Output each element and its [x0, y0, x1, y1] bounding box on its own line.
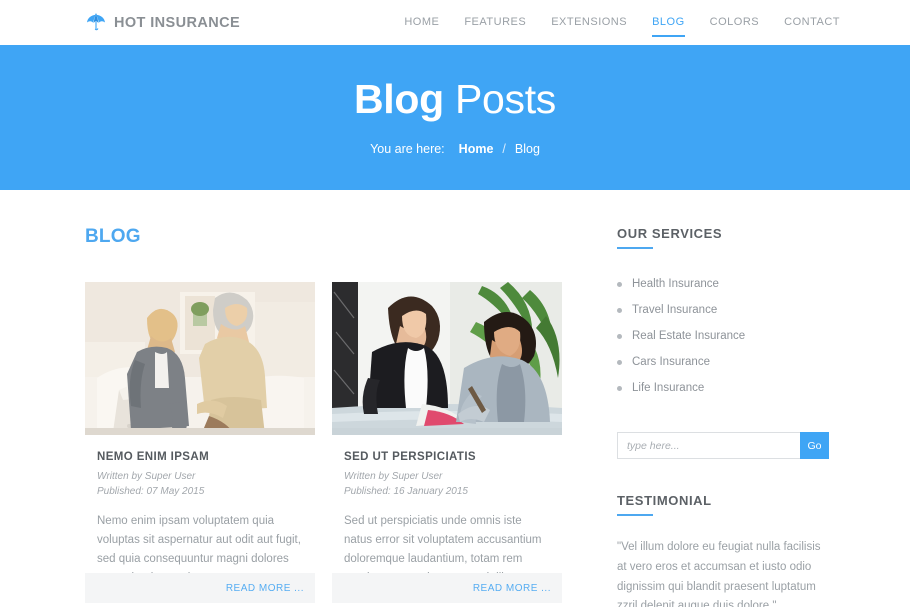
post-author: Written by Super User: [97, 471, 196, 482]
search-input[interactable]: [617, 432, 800, 459]
read-more-link[interactable]: READ MORE ...: [226, 583, 304, 594]
nav-item-colors[interactable]: COLORS: [710, 0, 759, 45]
breadcrumb-separator: /: [502, 142, 506, 156]
services-list: Health Insurance Travel Insurance Real E…: [617, 271, 829, 401]
page-title: Blog Posts: [354, 79, 556, 120]
bullet-icon: [617, 359, 622, 365]
post-author: Written by Super User: [344, 471, 443, 482]
page-title-light: Posts: [443, 76, 557, 122]
bullet-icon: [617, 307, 622, 313]
brand-logo[interactable]: HOT INSURANCE: [85, 12, 240, 34]
post-meta: Written by Super User Published: 16 Janu…: [344, 470, 550, 499]
hero-banner: Blog Posts You are here: Home / Blog: [0, 45, 910, 190]
search-form: Go: [617, 432, 829, 459]
breadcrumb-current: Blog: [514, 142, 540, 156]
post-image-sed-ut-perspiciatis[interactable]: [332, 282, 562, 435]
service-item-health-insurance[interactable]: Health Insurance: [617, 271, 829, 297]
testimonial-quote: "Vel illum dolore eu feugiat nulla facil…: [617, 541, 821, 607]
service-label: Cars Insurance: [632, 356, 710, 368]
page-body: BLOG NEMO ENIM IPSAM Written by Super Us…: [0, 190, 910, 607]
post-footer: READ MORE ...: [85, 573, 315, 603]
service-label: Health Insurance: [632, 278, 719, 290]
breadcrumb: You are here: Home / Blog: [370, 142, 540, 156]
post-footer: READ MORE ...: [332, 573, 562, 603]
post-card: NEMO ENIM IPSAM Written by Super User Pu…: [85, 282, 315, 603]
read-more-link[interactable]: READ MORE ...: [473, 583, 551, 594]
sidebar: OUR SERVICES Health Insurance Travel Ins…: [617, 190, 829, 607]
page-title-strong: Blog: [353, 76, 444, 122]
sidebar-heading-services: OUR SERVICES: [617, 226, 829, 249]
service-item-life-insurance[interactable]: Life Insurance: [617, 375, 829, 401]
post-card: SED UT PERSPICIATIS Written by Super Use…: [332, 282, 562, 603]
brand-name: HOT INSURANCE: [114, 14, 241, 31]
breadcrumb-link-home[interactable]: Home: [459, 142, 494, 156]
nav-item-blog[interactable]: BLOG: [652, 0, 685, 45]
umbrella-icon: [85, 12, 107, 34]
search-go-button[interactable]: Go: [800, 432, 829, 459]
sidebar-heading-testimonial: TESTIMONIAL: [617, 493, 829, 516]
nav-item-features[interactable]: FEATURES: [464, 0, 526, 45]
nav-item-home[interactable]: HOME: [404, 0, 439, 45]
service-label: Travel Insurance: [632, 304, 718, 316]
testimonial-section: TESTIMONIAL "Vel illum dolore eu feugiat…: [617, 493, 829, 607]
post-list: NEMO ENIM IPSAM Written by Super User Pu…: [85, 282, 575, 603]
post-title: NEMO ENIM IPSAM: [97, 451, 210, 463]
service-label: Life Insurance: [632, 382, 705, 394]
service-label: Real Estate Insurance: [632, 330, 746, 342]
post-meta: Written by Super User Published: 07 May …: [97, 470, 303, 499]
bullet-icon: [617, 385, 622, 391]
nav-item-contact[interactable]: CONTACT: [784, 0, 840, 45]
post-published: Published: 07 May 2015: [97, 485, 205, 497]
service-item-travel-insurance[interactable]: Travel Insurance: [617, 297, 829, 323]
main-navigation: HOME FEATURES EXTENSIONS BLOG COLORS CON…: [404, 0, 840, 45]
bullet-icon: [617, 333, 622, 339]
post-image-nemo-enim-ipsam[interactable]: [85, 282, 315, 435]
service-item-real-estate-insurance[interactable]: Real Estate Insurance: [617, 323, 829, 349]
post-title: SED UT PERSPICIATIS: [344, 451, 476, 463]
bullet-icon: [617, 281, 622, 287]
nav-item-extensions[interactable]: EXTENSIONS: [551, 0, 627, 45]
content-column: BLOG NEMO ENIM IPSAM Written by Super Us…: [85, 190, 575, 607]
breadcrumb-prefix: You are here:: [370, 142, 445, 156]
post-published: Published: 16 January 2015: [344, 485, 468, 497]
site-header: HOT INSURANCE HOME FEATURES EXTENSIONS B…: [0, 0, 910, 45]
service-item-cars-insurance[interactable]: Cars Insurance: [617, 349, 829, 375]
section-title-blog: BLOG: [85, 226, 141, 247]
